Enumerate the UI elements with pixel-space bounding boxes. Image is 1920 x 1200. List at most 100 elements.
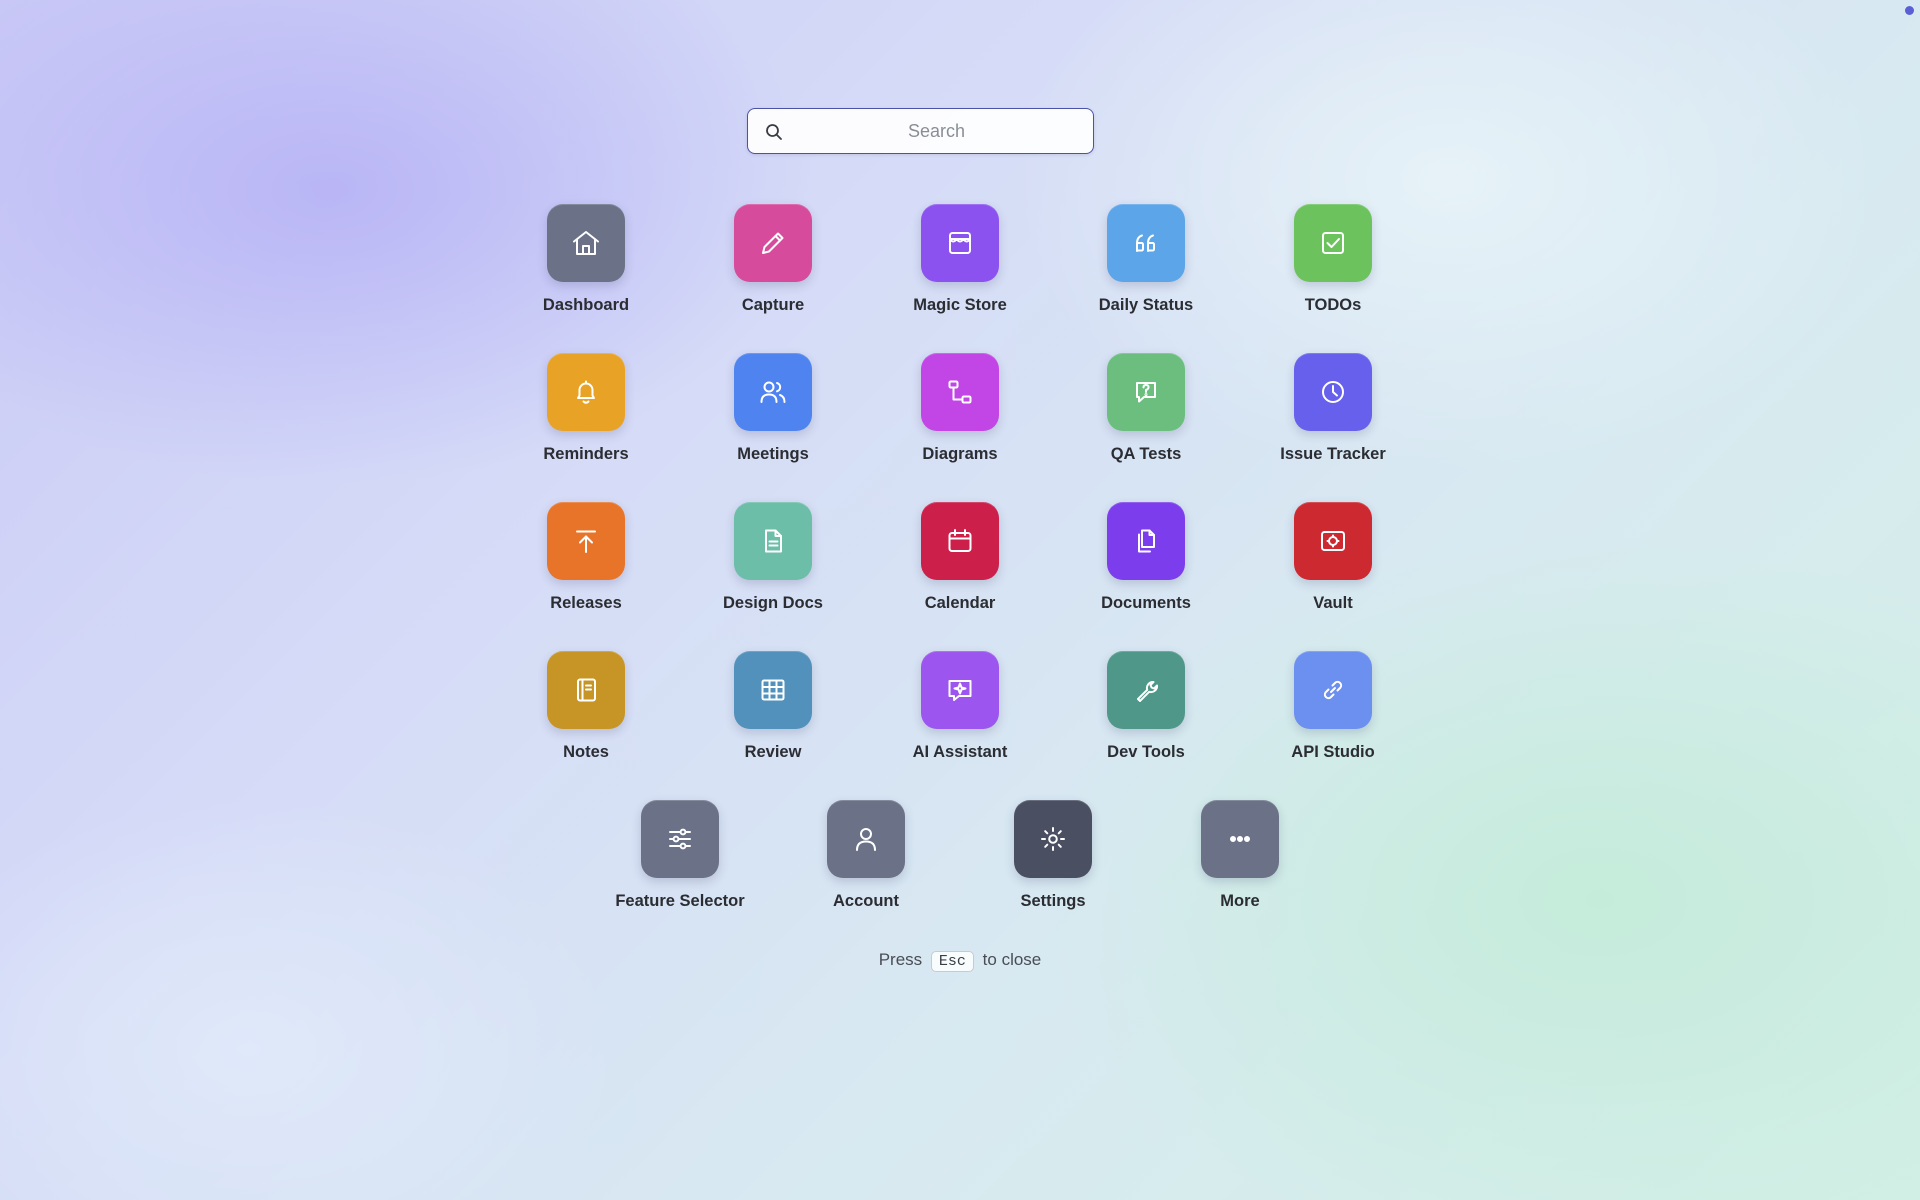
wrench-icon bbox=[1137, 681, 1158, 702]
app-tile[interactable] bbox=[734, 353, 812, 431]
app-launcher-todos[interactable]: TODOs bbox=[1238, 204, 1428, 326]
app-tile[interactable] bbox=[921, 502, 999, 580]
app-launcher-capture[interactable]: Capture bbox=[678, 204, 868, 326]
app-label: TODOs bbox=[1304, 296, 1362, 314]
search-bar[interactable] bbox=[747, 108, 1094, 154]
app-label: Meetings bbox=[737, 445, 809, 463]
bell-icon bbox=[577, 380, 595, 404]
app-tile[interactable] bbox=[1107, 502, 1185, 580]
app-label: QA Tests bbox=[1110, 445, 1182, 463]
app-tile[interactable] bbox=[1294, 204, 1372, 282]
app-label: Calendar bbox=[924, 594, 996, 612]
app-tile[interactable] bbox=[734, 651, 812, 729]
search-icon bbox=[764, 122, 784, 142]
app-launcher-reminders[interactable]: Reminders bbox=[491, 353, 681, 475]
app-label: Diagrams bbox=[922, 445, 998, 463]
app-launcher-api-studio[interactable]: API Studio bbox=[1238, 651, 1428, 773]
app-label: Review bbox=[744, 743, 802, 761]
store-icon bbox=[949, 232, 971, 254]
app-tile[interactable] bbox=[1107, 204, 1185, 282]
app-launcher-qa-tests[interactable]: QA Tests bbox=[1051, 353, 1241, 475]
search-input[interactable] bbox=[792, 109, 1081, 153]
sun-gear-icon bbox=[1041, 827, 1065, 851]
app-launcher-more[interactable]: More bbox=[1145, 800, 1335, 922]
app-launcher-calendar[interactable]: Calendar bbox=[865, 502, 1055, 624]
more-icon bbox=[1230, 836, 1250, 842]
user-icon bbox=[856, 828, 876, 851]
app-launcher-account[interactable]: Account bbox=[771, 800, 961, 922]
hint-prefix: Press bbox=[878, 950, 923, 969]
app-label: Notes bbox=[563, 743, 609, 761]
app-label: Daily Status bbox=[1098, 296, 1194, 314]
app-launcher-dashboard[interactable]: Dashboard bbox=[491, 204, 681, 326]
ai-chat-icon bbox=[948, 680, 972, 701]
app-label: Settings bbox=[1020, 892, 1086, 910]
safe-icon bbox=[1321, 531, 1345, 551]
app-tile[interactable] bbox=[1201, 800, 1279, 878]
app-launcher-notes[interactable]: Notes bbox=[491, 651, 681, 773]
app-launcher-diagrams[interactable]: Diagrams bbox=[865, 353, 1055, 475]
app-label: More bbox=[1220, 892, 1260, 910]
app-label: API Studio bbox=[1291, 743, 1375, 761]
app-launcher-dev-tools[interactable]: Dev Tools bbox=[1051, 651, 1241, 773]
app-label: Dev Tools bbox=[1107, 743, 1185, 761]
app-label: Feature Selector bbox=[615, 892, 745, 910]
app-launcher-meetings[interactable]: Meetings bbox=[678, 353, 868, 475]
app-launcher-settings[interactable]: Settings bbox=[958, 800, 1148, 922]
app-label: Design Docs bbox=[723, 594, 823, 612]
app-tile[interactable] bbox=[827, 800, 905, 878]
users-icon bbox=[760, 381, 786, 403]
app-launcher-magic-store[interactable]: Magic Store bbox=[865, 204, 1055, 326]
app-label: Magic Store bbox=[913, 296, 1007, 314]
app-launcher-releases[interactable]: Releases bbox=[491, 502, 681, 624]
app-tile[interactable] bbox=[1107, 651, 1185, 729]
close-hint: Press Esc to close bbox=[0, 950, 1920, 972]
esc-key-badge: Esc bbox=[930, 951, 974, 972]
app-label: Dashboard bbox=[542, 296, 630, 314]
app-launcher-feature-selector[interactable]: Feature Selector bbox=[585, 800, 775, 922]
app-label: Documents bbox=[1101, 594, 1191, 612]
app-launcher-vault[interactable]: Vault bbox=[1238, 502, 1428, 624]
document-icon bbox=[765, 529, 782, 553]
notebook-icon bbox=[577, 678, 596, 702]
help-chat-icon bbox=[1136, 382, 1156, 403]
app-tile[interactable] bbox=[1107, 353, 1185, 431]
app-tile[interactable] bbox=[641, 800, 719, 878]
calendar-icon bbox=[948, 529, 972, 552]
app-launcher-documents[interactable]: Documents bbox=[1051, 502, 1241, 624]
files-icon bbox=[1138, 529, 1155, 553]
app-launcher-design-docs[interactable]: Design Docs bbox=[678, 502, 868, 624]
app-label: Reminders bbox=[543, 445, 629, 463]
flow-icon bbox=[948, 380, 972, 404]
pencil-icon bbox=[762, 232, 784, 254]
grid-icon bbox=[761, 679, 785, 701]
app-label: Vault bbox=[1313, 594, 1353, 612]
app-label: AI Assistant bbox=[912, 743, 1008, 761]
app-tile[interactable] bbox=[734, 502, 812, 580]
app-tile[interactable] bbox=[734, 204, 812, 282]
link-icon bbox=[1323, 680, 1343, 700]
app-tile[interactable] bbox=[547, 353, 625, 431]
app-tile[interactable] bbox=[1294, 502, 1372, 580]
app-tile[interactable] bbox=[921, 353, 999, 431]
app-tile[interactable] bbox=[1014, 800, 1092, 878]
clock-icon bbox=[1322, 381, 1344, 403]
home-icon bbox=[573, 231, 599, 255]
quote-icon bbox=[1136, 234, 1155, 252]
app-tile[interactable] bbox=[547, 651, 625, 729]
app-launcher-daily-status[interactable]: Daily Status bbox=[1051, 204, 1241, 326]
sliders-icon bbox=[669, 828, 691, 850]
app-tile[interactable] bbox=[921, 651, 999, 729]
app-tile[interactable] bbox=[1294, 651, 1372, 729]
app-label: Capture bbox=[741, 296, 805, 314]
app-launcher-review[interactable]: Review bbox=[678, 651, 868, 773]
app-tile[interactable] bbox=[547, 502, 625, 580]
checkbox-icon bbox=[1322, 232, 1344, 254]
app-tile[interactable] bbox=[921, 204, 999, 282]
app-launcher-ai-assistant[interactable]: AI Assistant bbox=[865, 651, 1055, 773]
app-label: Issue Tracker bbox=[1280, 445, 1386, 463]
app-tile[interactable] bbox=[1294, 353, 1372, 431]
app-launcher-issue-tracker[interactable]: Issue Tracker bbox=[1238, 353, 1428, 475]
status-dot bbox=[1905, 6, 1914, 15]
app-tile[interactable] bbox=[547, 204, 625, 282]
